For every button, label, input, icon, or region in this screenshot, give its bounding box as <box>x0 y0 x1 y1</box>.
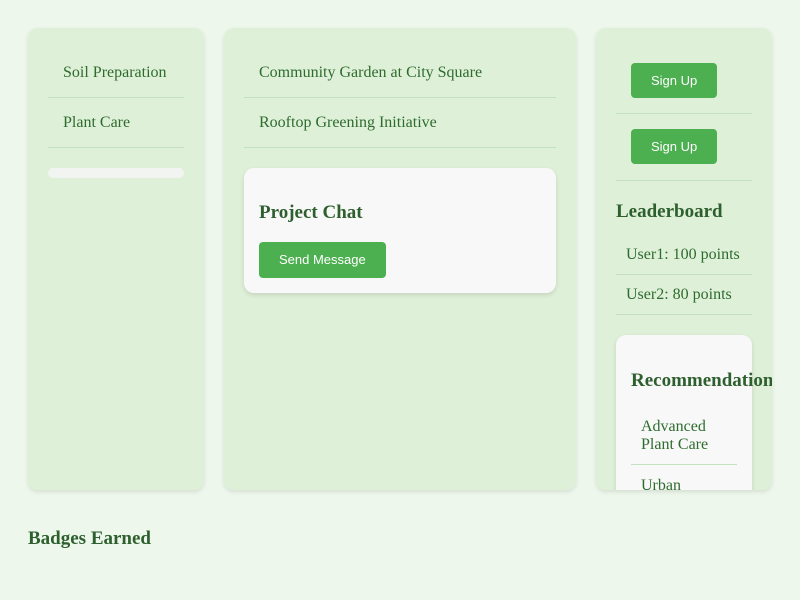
recommendations-list: Advanced Plant Care Urban <box>631 406 737 490</box>
leaderboard-entry: User1: 100 points <box>616 235 752 275</box>
workshops-panel: Soil Preparation Plant Care <box>28 28 204 490</box>
sign-up-button[interactable]: Sign Up <box>631 63 718 98</box>
project-item-label: Rooftop Greening Initiative <box>259 114 437 131</box>
projects-panel: Community Garden at City Square Rooftop … <box>224 28 576 490</box>
workshop-item-soil-preparation[interactable]: Soil Preparation <box>48 48 184 98</box>
workshop-item-label: Soil Preparation <box>63 64 167 81</box>
progress-bar <box>48 168 184 178</box>
signup-row: Sign Up <box>616 48 752 114</box>
send-message-button[interactable]: Send Message <box>259 242 386 278</box>
project-chat-card: Project Chat Send Message <box>244 168 556 293</box>
sign-up-button[interactable]: Sign Up <box>631 129 718 164</box>
project-chat-heading: Project Chat <box>259 202 363 223</box>
community-panel: Sign Up Sign Up Leaderboard User1: 100 p… <box>596 28 772 490</box>
workshop-item-label: Plant Care <box>63 114 131 131</box>
recommendation-item[interactable]: Advanced Plant Care <box>631 406 737 465</box>
project-item-label: Community Garden at City Square <box>259 64 483 81</box>
badges-heading: Badges Earned <box>28 528 151 549</box>
signup-row: Sign Up <box>616 114 752 181</box>
recommendation-item[interactable]: Urban <box>631 465 737 490</box>
project-item-community-garden[interactable]: Community Garden at City Square <box>244 48 556 98</box>
recommendations-card: Recommendations Advanced Plant Care Urba… <box>616 335 772 490</box>
project-item-rooftop-greening[interactable]: Rooftop Greening Initiative <box>244 98 556 148</box>
workshop-item-plant-care[interactable]: Plant Care <box>48 98 184 148</box>
leaderboard-heading: Leaderboard <box>616 201 723 222</box>
recommendations-heading: Recommendations <box>631 370 772 391</box>
leaderboard-list: User1: 100 points User2: 80 points <box>616 235 752 315</box>
leaderboard-entry: User2: 80 points <box>616 275 752 315</box>
